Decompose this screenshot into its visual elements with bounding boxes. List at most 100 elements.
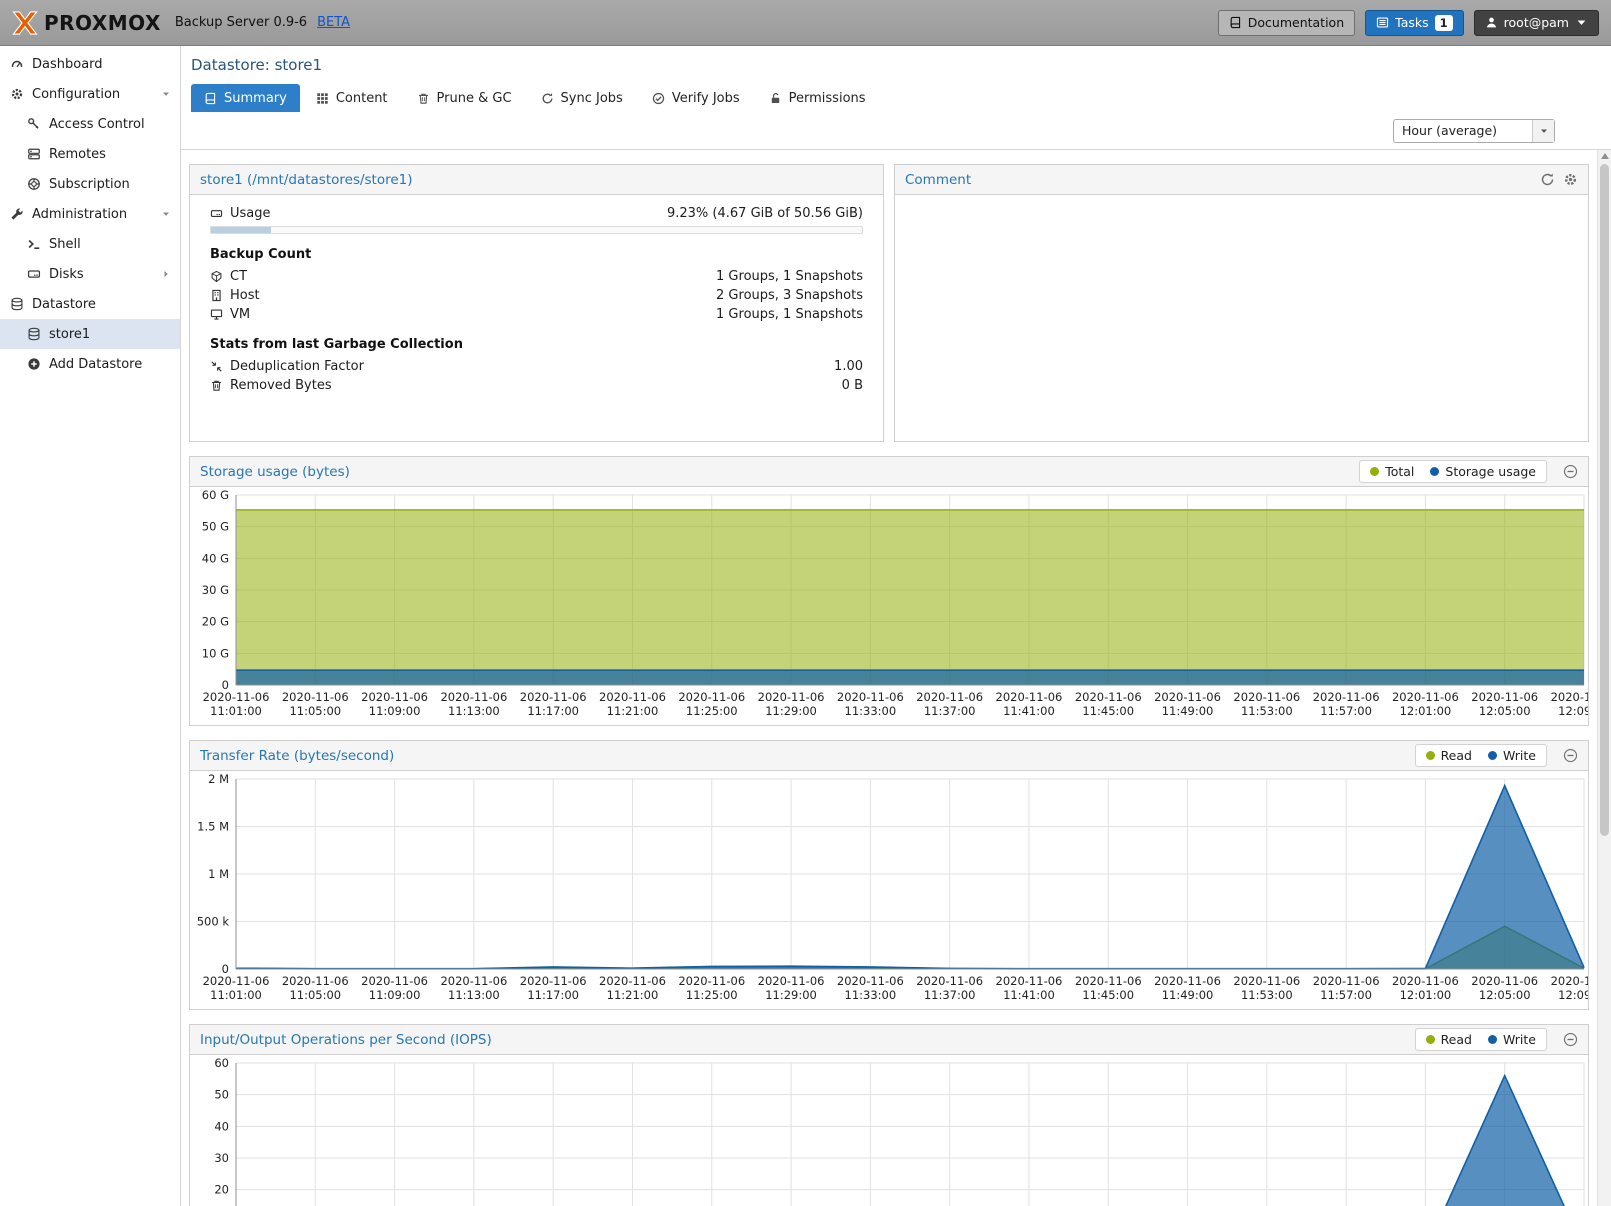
chevron-down-icon[interactable]: [1532, 120, 1554, 142]
usage-label: Usage: [230, 206, 271, 221]
logo-text: PROXMOX: [44, 11, 161, 35]
chart-title: Storage usage (bytes): [200, 464, 350, 480]
tab-permissions[interactable]: Permissions: [756, 84, 879, 112]
sidebar: Dashboard Configuration Access Control R…: [0, 46, 181, 1206]
tab-label: Permissions: [789, 91, 866, 106]
svg-text:2020-11-0611:17:00: 2020-11-0611:17:00: [520, 690, 587, 718]
sidebar-item-administration[interactable]: Administration: [0, 199, 180, 229]
documentation-label: Documentation: [1248, 15, 1344, 30]
sidebar-item-remotes[interactable]: Remotes: [0, 139, 180, 169]
iops-chart: 01020304050602020-11-0611:01:002020-11-0…: [190, 1055, 1589, 1206]
tab-content[interactable]: Content: [303, 84, 401, 112]
svg-text:40 G: 40 G: [202, 551, 229, 565]
refresh-icon[interactable]: [1540, 172, 1555, 187]
vm-label: VM: [230, 307, 250, 322]
terminal-icon: [27, 237, 41, 251]
svg-text:2020-11-0611:41:00: 2020-11-0611:41:00: [996, 974, 1063, 1002]
sidebar-item-configuration[interactable]: Configuration: [0, 79, 180, 109]
tasks-label: Tasks: [1395, 15, 1429, 30]
timeframe-value: Hour (average): [1394, 123, 1532, 138]
svg-text:2020-11-0611:45:00: 2020-11-0611:45:00: [1075, 690, 1142, 718]
compress-icon: [210, 360, 223, 373]
task-list-icon: [1376, 16, 1389, 29]
check-circle-icon: [652, 92, 665, 105]
tab-prune-gc[interactable]: Prune & GC: [404, 84, 525, 112]
sidebar-item-store1[interactable]: store1: [0, 319, 180, 349]
user-menu-button[interactable]: root@pam: [1474, 10, 1599, 36]
sidebar-item-add-datastore[interactable]: Add Datastore: [0, 349, 180, 379]
collapse-icon[interactable]: [1563, 748, 1578, 763]
sidebar-item-dashboard[interactable]: Dashboard: [0, 49, 180, 79]
chart-title: Transfer Rate (bytes/second): [200, 748, 394, 764]
svg-text:2020-11-0611:49:00: 2020-11-0611:49:00: [1154, 974, 1221, 1002]
chevron-down-icon[interactable]: [161, 89, 171, 99]
panel-title: Comment: [905, 172, 971, 188]
storage-usage-panel: Storage usage (bytes) Total Storage usag…: [189, 456, 1589, 726]
beta-link[interactable]: BETA: [317, 15, 350, 30]
sidebar-item-datastore[interactable]: Datastore: [0, 289, 180, 319]
container-icon: [210, 270, 223, 283]
tab-label: Summary: [224, 91, 287, 106]
gear-icon[interactable]: [1563, 172, 1578, 187]
sidebar-item-access-control[interactable]: Access Control: [0, 109, 180, 139]
main-area: Datastore: store1 Summary Content Prune …: [181, 46, 1611, 1206]
svg-text:2020-11-0611:37:00: 2020-11-0611:37:00: [916, 974, 983, 1002]
ct-value: 1 Groups, 1 Snapshots: [716, 269, 863, 284]
usage-progress-fill: [211, 227, 271, 233]
gear-icon: [10, 87, 24, 101]
sidebar-item-subscription[interactable]: Subscription: [0, 169, 180, 199]
collapse-icon[interactable]: [1563, 1032, 1578, 1047]
tab-summary[interactable]: Summary: [191, 84, 300, 112]
documentation-button[interactable]: Documentation: [1218, 10, 1355, 36]
sidebar-item-label: store1: [49, 327, 90, 342]
svg-text:40: 40: [214, 1119, 229, 1133]
vertical-scrollbar[interactable]: [1597, 150, 1611, 1206]
trash-icon: [417, 92, 430, 105]
sidebar-item-label: Configuration: [32, 87, 120, 102]
scroll-up-arrow-icon[interactable]: [1601, 153, 1609, 159]
legend-item-read[interactable]: Read: [1426, 1032, 1472, 1047]
collapse-icon[interactable]: [1563, 464, 1578, 479]
chevron-right-icon[interactable]: [161, 269, 171, 279]
sidebar-item-label: Subscription: [49, 177, 130, 192]
timeframe-select[interactable]: Hour (average): [1393, 119, 1555, 143]
removed-bytes-value: 0 B: [842, 378, 863, 393]
tab-sync-jobs[interactable]: Sync Jobs: [528, 84, 636, 112]
legend-item-write[interactable]: Write: [1488, 748, 1536, 763]
tasks-button[interactable]: Tasks 1: [1365, 10, 1464, 36]
sidebar-item-label: Shell: [49, 237, 81, 252]
svg-text:2020-11-0611:09:00: 2020-11-0611:09:00: [361, 690, 428, 718]
svg-text:2020-11-0611:25:00: 2020-11-0611:25:00: [678, 974, 745, 1002]
svg-text:2020-11-0612:01:00: 2020-11-0612:01:00: [1392, 974, 1459, 1002]
grid-icon: [316, 92, 329, 105]
svg-text:2020-11-0611:57:00: 2020-11-0611:57:00: [1313, 974, 1380, 1002]
svg-text:2020-11-0611:29:00: 2020-11-0611:29:00: [758, 690, 825, 718]
svg-text:2020-11-0611:37:00: 2020-11-0611:37:00: [916, 690, 983, 718]
tab-verify-jobs[interactable]: Verify Jobs: [639, 84, 753, 112]
sidebar-item-disks[interactable]: Disks: [0, 259, 180, 289]
svg-text:2020-11-0611:17:00: 2020-11-0611:17:00: [520, 974, 587, 1002]
svg-text:2020-11-0611:29:00: 2020-11-0611:29:00: [758, 974, 825, 1002]
database-icon: [10, 297, 24, 311]
chevron-down-icon: [1575, 16, 1588, 29]
sidebar-item-label: Administration: [32, 207, 127, 222]
comment-body[interactable]: [895, 195, 1588, 213]
scrollbar-thumb[interactable]: [1600, 164, 1609, 836]
legend-dot: [1426, 751, 1435, 760]
svg-text:2020-11-0612:01:00: 2020-11-0612:01:00: [1392, 690, 1459, 718]
vm-icon: [210, 308, 223, 321]
ct-label: CT: [230, 269, 247, 284]
transfer-rate-chart: 0500 k1 M1.5 M2 M2020-11-0611:01:002020-…: [190, 771, 1589, 1009]
legend-dot: [1426, 1035, 1435, 1044]
legend-item-storage-usage[interactable]: Storage usage: [1430, 464, 1536, 479]
legend-label: Storage usage: [1445, 464, 1536, 479]
legend-item-write[interactable]: Write: [1488, 1032, 1536, 1047]
legend-item-total[interactable]: Total: [1370, 464, 1414, 479]
svg-text:60: 60: [214, 1056, 229, 1070]
sidebar-item-shell[interactable]: Shell: [0, 229, 180, 259]
legend-label: Write: [1503, 1032, 1536, 1047]
transfer-rate-panel: Transfer Rate (bytes/second) Read Write: [189, 740, 1589, 1010]
chevron-down-icon[interactable]: [161, 209, 171, 219]
legend-item-read[interactable]: Read: [1426, 748, 1472, 763]
page-title: Datastore: store1: [181, 46, 1611, 76]
